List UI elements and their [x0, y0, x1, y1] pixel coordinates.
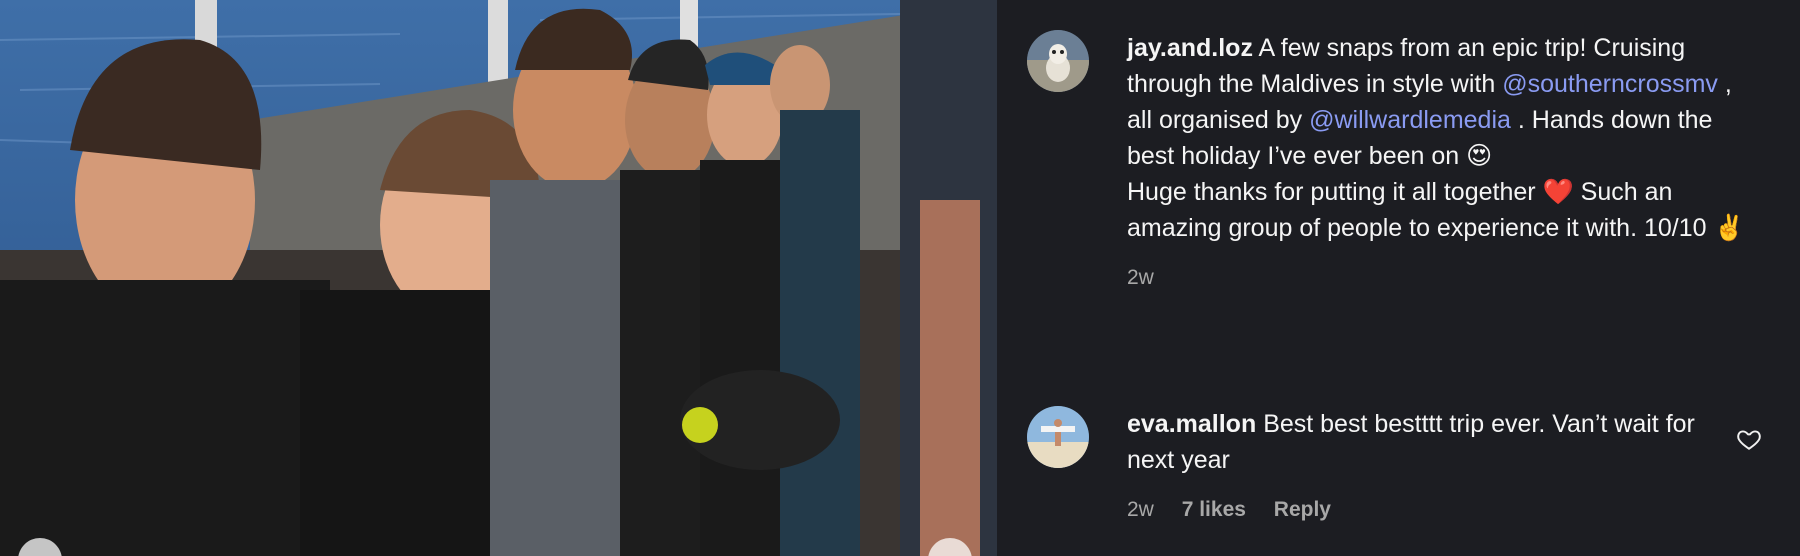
- beach-avatar-icon: [1027, 406, 1089, 468]
- victory-hand-emoji: ✌️: [1713, 213, 1745, 242]
- username-jay-and-loz[interactable]: jay.and.loz: [1127, 34, 1253, 62]
- timestamp[interactable]: 2w: [1127, 498, 1154, 521]
- likes-count[interactable]: 7 likes: [1182, 498, 1246, 521]
- group-of-divers-photo: [0, 0, 997, 556]
- reply-button[interactable]: Reply: [1274, 498, 1331, 521]
- avatar-jay-and-loz[interactable]: [1027, 30, 1089, 92]
- mention-willwardlemedia[interactable]: @willwardlemedia: [1309, 106, 1511, 134]
- caption-text-part: Huge thanks for putting it all together: [1127, 178, 1536, 206]
- caption-meta: 2w: [1127, 260, 1747, 296]
- mention-southerncrossmv[interactable]: @southerncrossmv: [1502, 70, 1718, 98]
- heart-outline-icon[interactable]: [1736, 426, 1762, 452]
- avatar-eva-mallon[interactable]: [1027, 406, 1089, 468]
- username-eva-mallon[interactable]: eva.mallon: [1127, 410, 1256, 438]
- llama-avatar-icon: [1027, 30, 1089, 92]
- comment-eva-mallon: eva.mallon Best best bestttt trip ever. …: [1027, 406, 1780, 528]
- comment-meta: 2w 7 likes Reply: [1127, 492, 1747, 528]
- comments-panel: jay.and.loz A few snaps from an epic tri…: [997, 0, 1800, 556]
- timestamp[interactable]: 2w: [1127, 266, 1154, 289]
- heart-eyes-emoji: 😍: [1466, 141, 1493, 170]
- caption-comment: jay.and.loz A few snaps from an epic tri…: [1027, 30, 1780, 296]
- red-heart-emoji: ❤️: [1542, 177, 1574, 206]
- post-photo[interactable]: [0, 0, 997, 556]
- caption-text: jay.and.loz A few snaps from an epic tri…: [1127, 30, 1747, 296]
- comment-text: eva.mallon Best best bestttt trip ever. …: [1127, 406, 1747, 528]
